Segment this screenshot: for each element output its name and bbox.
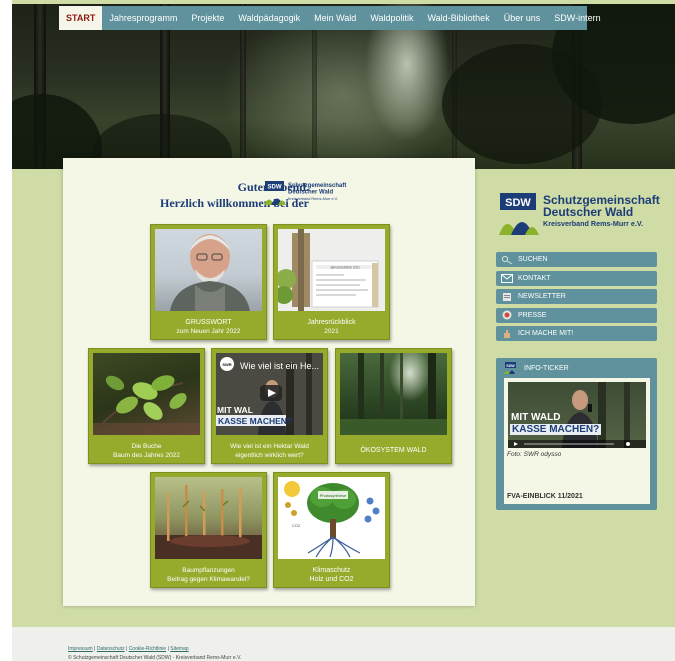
nav-item-sdw-intern[interactable]: SDW-intern — [547, 6, 607, 30]
report-cover-image: Jahresrückblick 2021 — [278, 229, 385, 311]
video-thumbnail[interactable]: SWR MIT WAL KASSE MACHEN? Wie viel ist e… — [216, 353, 323, 435]
tile-title: Klimaschutz — [312, 567, 351, 574]
tile-caption: Wie viel ist ein Hektar Wald eigentlich … — [214, 442, 325, 460]
footer-link-datenschutz[interactable]: Datenschutz — [97, 646, 125, 652]
logo-large-line2: Deutscher Wald — [543, 205, 633, 219]
tile-title: GRUSSWORT — [185, 319, 232, 326]
nav-item-jahresprogramm[interactable]: Jahresprogramm — [102, 6, 184, 30]
climate-thumb-label: Photosynthese — [320, 493, 347, 498]
tile-caption: Die Buche Baum des Jahres 2022 — [91, 442, 202, 460]
ticker-content: MIT WALD KASSE MACHEN? Foto: SWR odysso … — [504, 378, 650, 504]
logo-small-line2: Deutscher Wald — [288, 190, 333, 196]
tile-subtitle: eigentlich wirklich wert? — [235, 452, 304, 459]
tile-klimaschutz[interactable]: Photosynthese CO2 Klimaschutz Holz und C… — [273, 472, 390, 588]
nav-item-projekte[interactable]: Projekte — [184, 6, 231, 30]
footer-link-impressum[interactable]: Impressum — [68, 646, 93, 652]
tile-caption: ÖKOSYSTEM WALD — [338, 446, 449, 455]
sidebar-item-ich-mache-mit[interactable]: ICH MACHE MIT! — [496, 326, 657, 341]
footer-link-sitemap[interactable]: Sitemap — [170, 646, 188, 652]
tile-title: ÖKOSYSTEM WALD — [360, 447, 427, 454]
footer-link-cookie-richtlinie[interactable]: Cookie-Richtlinie — [129, 646, 167, 652]
footer-copyright: © Schutzgemeinschaft Deutscher Wald (SDW… — [68, 655, 242, 661]
tree-planting-photo — [155, 477, 262, 559]
nav-item-wald-bibliothek[interactable]: Wald-Bibliothek — [421, 6, 497, 30]
ticker-caption: Foto: SWR odysso — [507, 451, 562, 458]
hand-icon — [496, 329, 518, 339]
video-overlay2: KASSE MACHEN? — [218, 416, 292, 426]
newsletter-icon — [496, 292, 518, 302]
beech-leaves-photo — [93, 353, 200, 435]
logo-small-abbr: SDW — [268, 185, 282, 191]
search-icon — [496, 255, 518, 265]
main-content: Guten Abend. Herzlich willkommen bei der… — [63, 158, 475, 606]
ticker-header-label: INFO-TICKER — [524, 364, 569, 372]
sdw-logo-small[interactable]: SDW Schutzgemeinschaft Deutscher Wald Kr… — [263, 179, 363, 209]
portrait-photo — [155, 229, 262, 311]
forest-photo — [340, 353, 447, 435]
nav-item-mein-wald[interactable]: Mein Wald — [307, 6, 363, 30]
climate-infographic: Photosynthese CO2 — [278, 477, 385, 559]
ticker-header: SDW INFO-TICKER — [496, 358, 657, 378]
ticker-video-overlay2: KASSE MACHEN? — [510, 424, 602, 435]
logo-large-line3: Kreisverband Rems-Murr e.V. — [543, 219, 643, 228]
sidebar-menu: SUCHEN KONTAKT NEWSLETTER PRESSE ICH MAC… — [496, 252, 657, 345]
nav-item-ueber-uns[interactable]: Über uns — [497, 6, 548, 30]
logo-small-line1: Schutzgemeinschaft — [288, 183, 346, 189]
logo-large-abbr: SDW — [505, 197, 531, 209]
tile-die-buche[interactable]: Die Buche Baum des Jahres 2022 — [88, 348, 205, 464]
sidebar-item-label: KONTAKT — [518, 274, 551, 282]
tile-jahresrueckblick[interactable]: Jahresrückblick 2021 Jahresrückblick 202… — [273, 224, 390, 340]
main-navigation: START Jahresprogramm Projekte Waldpädago… — [59, 6, 601, 30]
mail-icon — [496, 273, 518, 283]
tile-hektar-wald-video[interactable]: SWR MIT WAL KASSE MACHEN? Wie viel ist e… — [211, 348, 328, 464]
tile-caption: Klimaschutz Holz und CO2 — [276, 566, 387, 584]
climate-co2: CO2 — [292, 523, 301, 528]
sidebar-item-suchen[interactable]: SUCHEN — [496, 252, 657, 267]
video-overlay1: MIT WAL — [217, 405, 253, 415]
footer: Impressum | Datenschutz | Cookie-Richtli… — [12, 627, 675, 661]
tile-oekosystem-wald[interactable]: ÖKOSYSTEM WALD — [335, 348, 452, 464]
tile-caption: Jahresrückblick 2021 — [276, 318, 387, 336]
tile-title: Baumpflanzungen — [182, 567, 235, 574]
svg-text:SDW: SDW — [506, 364, 515, 368]
sidebar-item-label: SUCHEN — [518, 256, 548, 263]
tile-subtitle: 2021 — [324, 328, 339, 335]
ticker-video-thumbnail[interactable]: MIT WALD KASSE MACHEN? — [508, 382, 646, 448]
sidebar-item-presse[interactable]: PRESSE — [496, 307, 657, 323]
video-title: Wie viel ist ein He... — [240, 361, 320, 371]
tile-grusswort[interactable]: GRUSSWORT zum Neuen Jahr 2022 — [150, 224, 267, 340]
tile-caption: GRUSSWORT zum Neuen Jahr 2022 — [153, 318, 264, 336]
footer-links: Impressum | Datenschutz | Cookie-Richtli… — [68, 646, 189, 652]
tile-subtitle: Beitrag gegen Klimawandel? — [167, 576, 250, 583]
nav-item-waldpolitik[interactable]: Waldpolitik — [363, 6, 420, 30]
sidebar-item-newsletter[interactable]: NEWSLETTER — [496, 289, 657, 304]
video-channel: SWR — [222, 362, 231, 367]
info-ticker: SDW INFO-TICKER MIT WALD KASSE MACHEN? F… — [496, 358, 657, 510]
tile-subtitle: zum Neuen Jahr 2022 — [176, 328, 241, 335]
tile-title: Die Buche — [131, 443, 162, 450]
ticker-title[interactable]: FVA-EINBLICK 11/2021 — [507, 493, 583, 500]
ticker-logo-icon: SDW — [496, 362, 524, 374]
doc-thumb-label: Jahresrückblick 2021 — [330, 266, 360, 270]
tile-caption: Baumpflanzungen Beitrag gegen Klimawande… — [153, 566, 264, 584]
ticker-video-overlay1: MIT WALD — [511, 412, 561, 423]
sidebar-item-label: ICH MACHE MIT! — [518, 330, 574, 337]
sdw-logo-large[interactable]: SDW Schutzgemeinschaft Deutscher Wald Kr… — [497, 189, 662, 239]
tile-subtitle: Holz und CO2 — [309, 576, 354, 583]
tile-title: Jahresrückblick — [307, 319, 356, 326]
tile-baumpflanzungen[interactable]: Baumpflanzungen Beitrag gegen Klimawande… — [150, 472, 267, 588]
sidebar-item-kontakt[interactable]: KONTAKT — [496, 270, 657, 286]
page-margin — [0, 0, 12, 661]
logo-small-line3: Kreisverband Rems-Murr e.V. — [288, 197, 338, 201]
tile-subtitle: Baum des Jahres 2022 — [113, 452, 180, 459]
sidebar-item-label: PRESSE — [518, 311, 547, 319]
nav-item-start[interactable]: START — [59, 6, 103, 30]
tile-title: Wie viel ist ein Hektar Wald — [230, 443, 309, 450]
sidebar-item-label: NEWSLETTER — [518, 293, 566, 300]
nav-item-waldpaedagogik[interactable]: Waldpädagogik — [231, 6, 307, 30]
press-icon — [496, 310, 518, 320]
